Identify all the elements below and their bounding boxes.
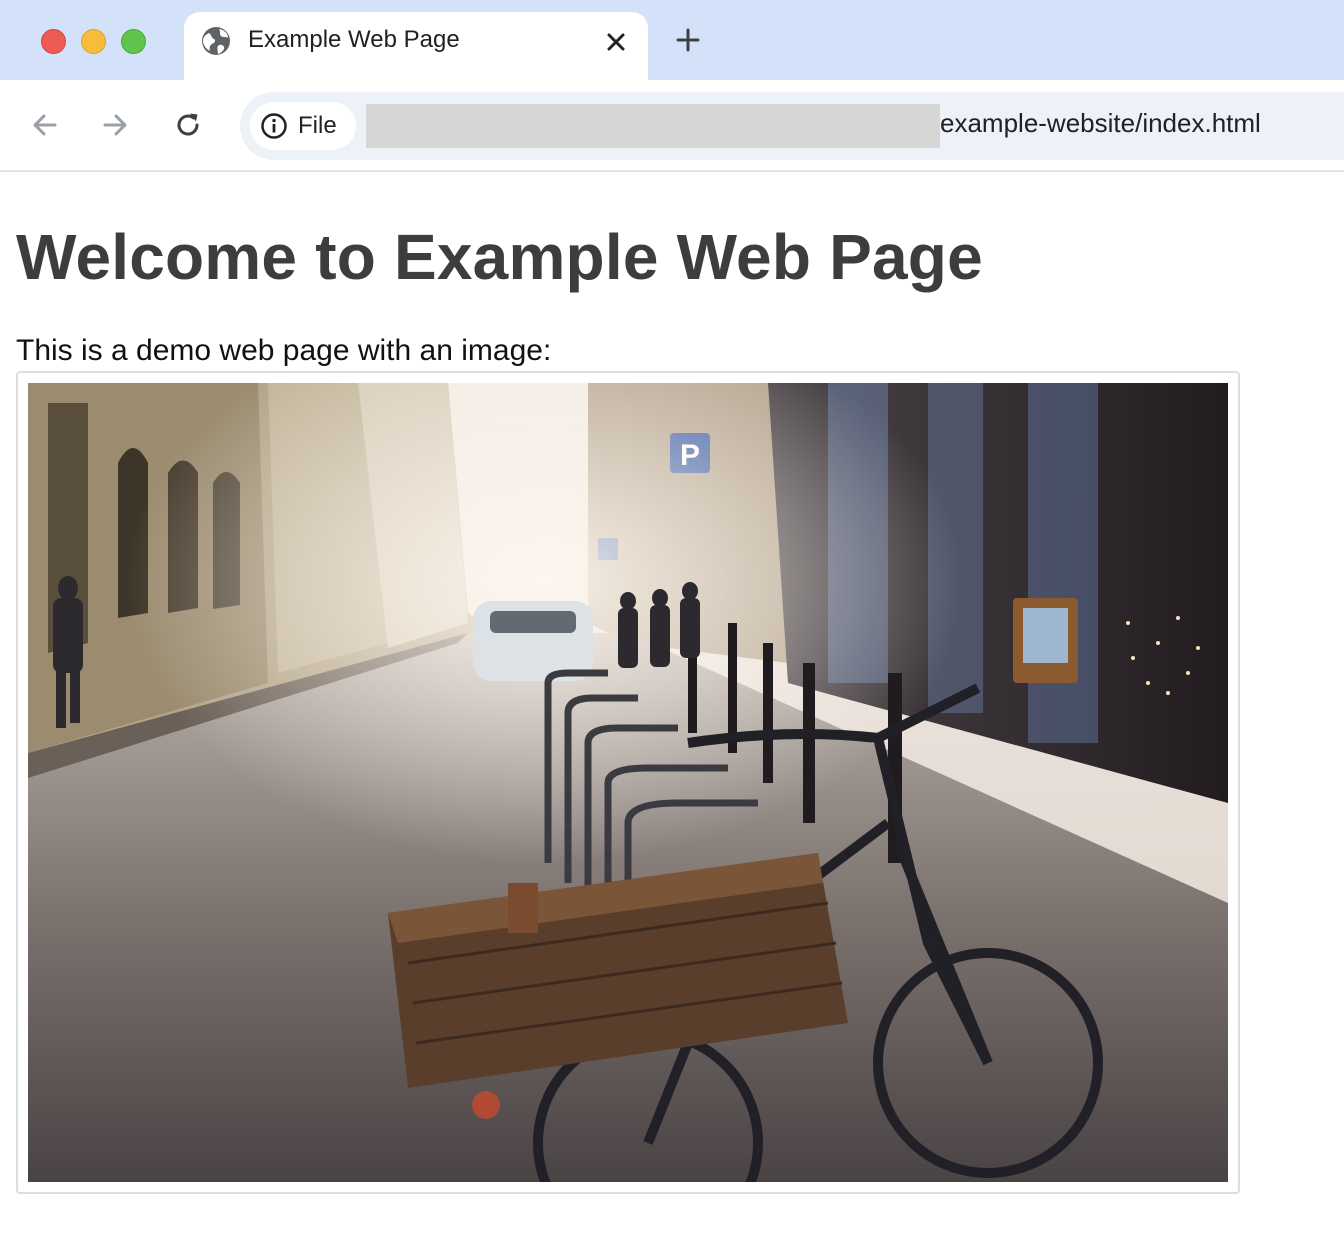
arrow-right-icon[interactable] bbox=[100, 110, 130, 140]
browser-toolbar: File example-website/index.html bbox=[0, 80, 1344, 172]
tab-example-web-page[interactable]: Example Web Page bbox=[184, 12, 648, 84]
tab-title: Example Web Page bbox=[248, 26, 460, 53]
image-frame: P bbox=[16, 371, 1240, 1194]
page-content: Welcome to Example Web Page This is a de… bbox=[16, 174, 1344, 1256]
address-bar[interactable]: File example-website/index.html bbox=[240, 92, 1344, 160]
window-maximize-button[interactable] bbox=[121, 29, 146, 54]
new-tab-plus-icon[interactable] bbox=[674, 26, 702, 54]
info-icon bbox=[261, 113, 287, 139]
url-text[interactable]: example-website/index.html bbox=[940, 108, 1261, 139]
site-info-chip[interactable]: File bbox=[250, 102, 356, 150]
site-info-label: File bbox=[298, 112, 337, 139]
globe-icon bbox=[202, 27, 230, 55]
window-close-button[interactable] bbox=[41, 29, 66, 54]
arrow-left-icon[interactable] bbox=[30, 110, 60, 140]
close-icon[interactable] bbox=[602, 28, 630, 56]
window-minimize-button[interactable] bbox=[81, 29, 106, 54]
reload-icon[interactable] bbox=[173, 110, 203, 140]
tab-strip: Example Web Page bbox=[0, 0, 1344, 84]
intro-text: This is a demo web page with an image: bbox=[16, 334, 552, 367]
page-title: Welcome to Example Web Page bbox=[16, 221, 983, 293]
street-bicycle-photo: P bbox=[28, 383, 1228, 1182]
url-redacted-segment bbox=[366, 104, 940, 148]
